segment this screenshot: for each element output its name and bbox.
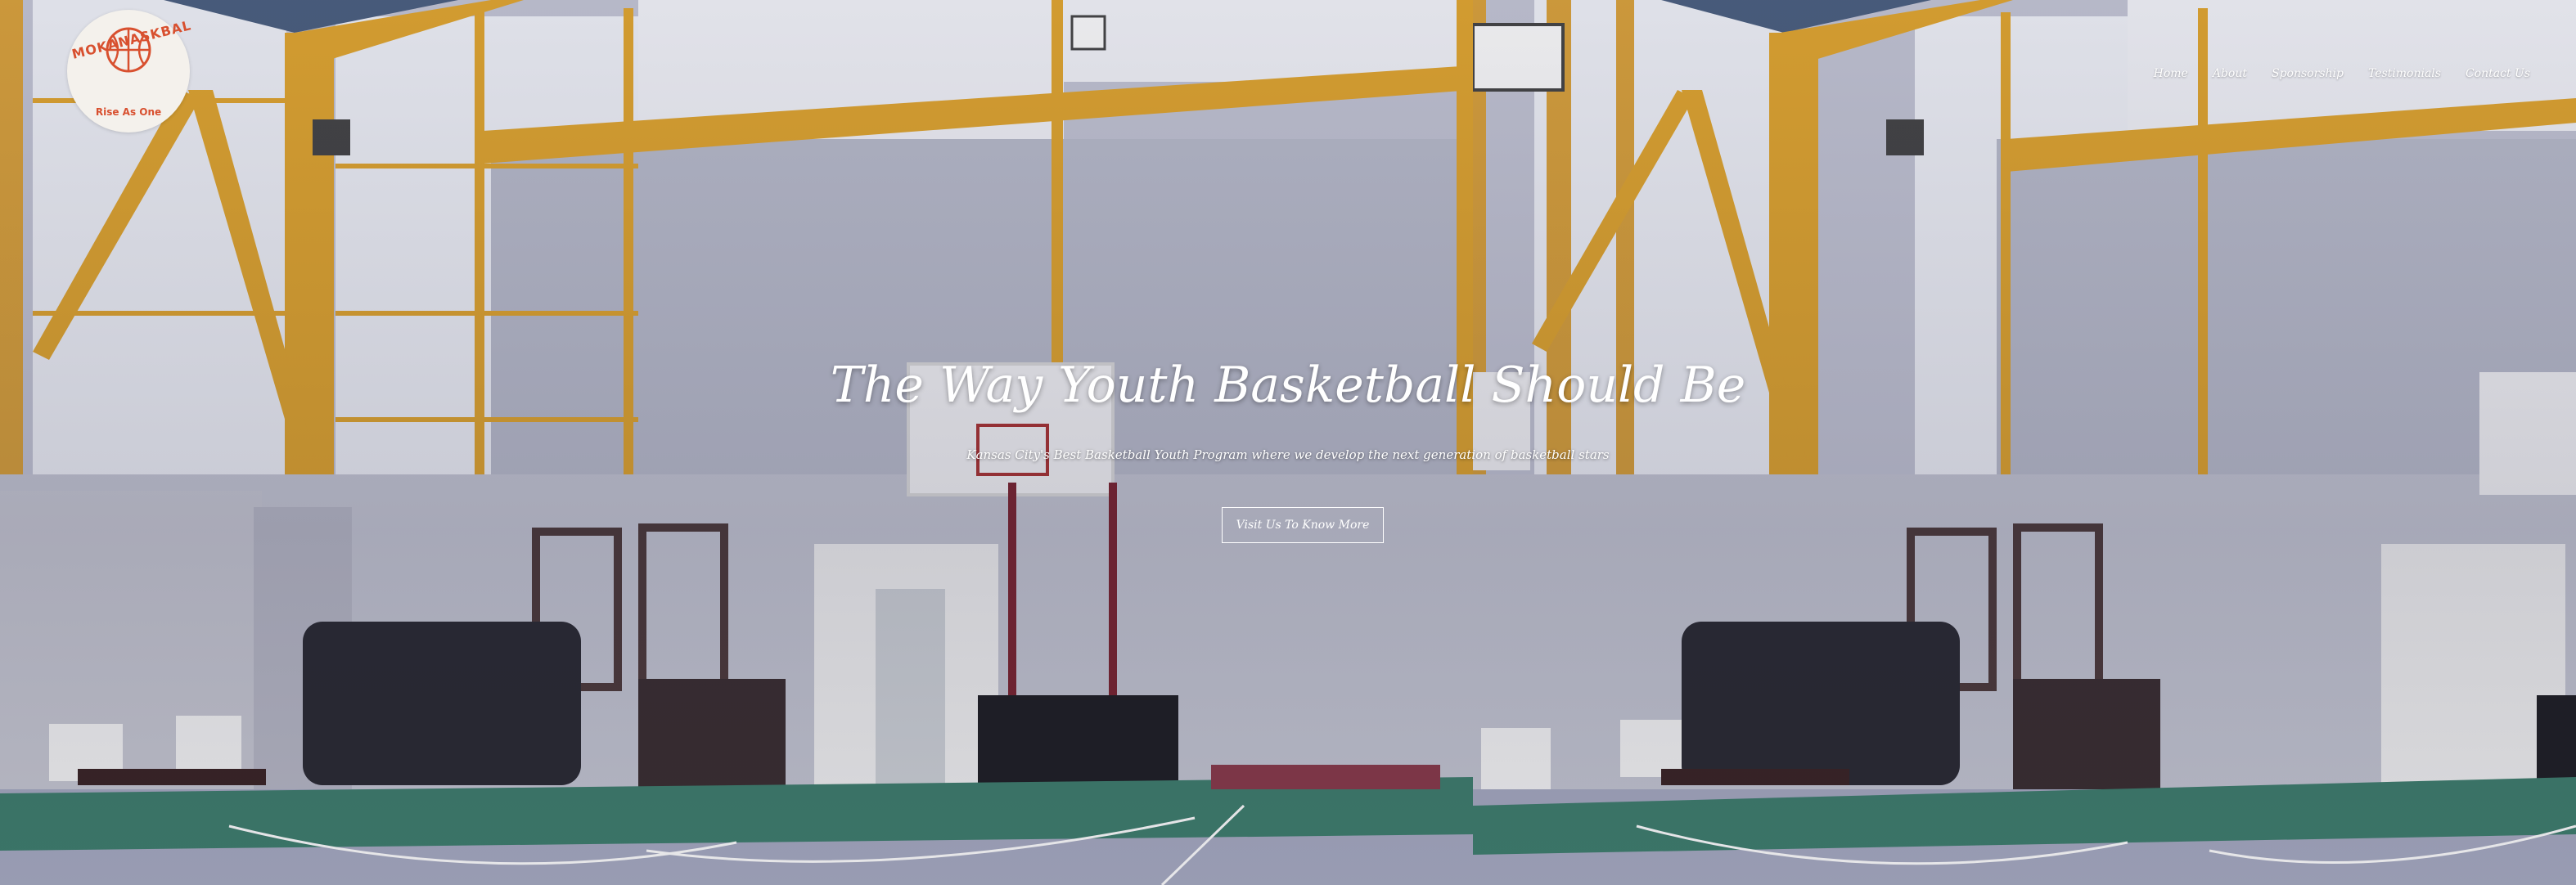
nav-home[interactable]: Home [2154, 67, 2188, 80]
gym-photo-right [1473, 0, 2576, 885]
logo-tagline: Rise As One [95, 106, 162, 118]
main-nav: Home About Sponsorship Testimonials Cont… [2154, 67, 2530, 80]
nav-testimonials[interactable]: Testimonials [2368, 67, 2441, 80]
nav-contact-us[interactable]: Contact Us [2466, 67, 2530, 80]
hero-subline: Kansas City's Best Basketball Youth Prog… [966, 447, 1610, 462]
basketball-icon [106, 27, 151, 73]
visit-us-button[interactable]: Visit Us To Know More [1222, 507, 1384, 543]
site-logo[interactable]: MOKANASKBAL Rise As One [67, 10, 193, 133]
nav-sponsorship[interactable]: Sponsorship [2272, 67, 2344, 80]
hero-background [0, 0, 2576, 885]
hero-headline: The Way Youth Basketball Should Be [830, 357, 1746, 414]
gym-photo-left [0, 0, 1473, 885]
nav-about[interactable]: About [2213, 67, 2247, 80]
